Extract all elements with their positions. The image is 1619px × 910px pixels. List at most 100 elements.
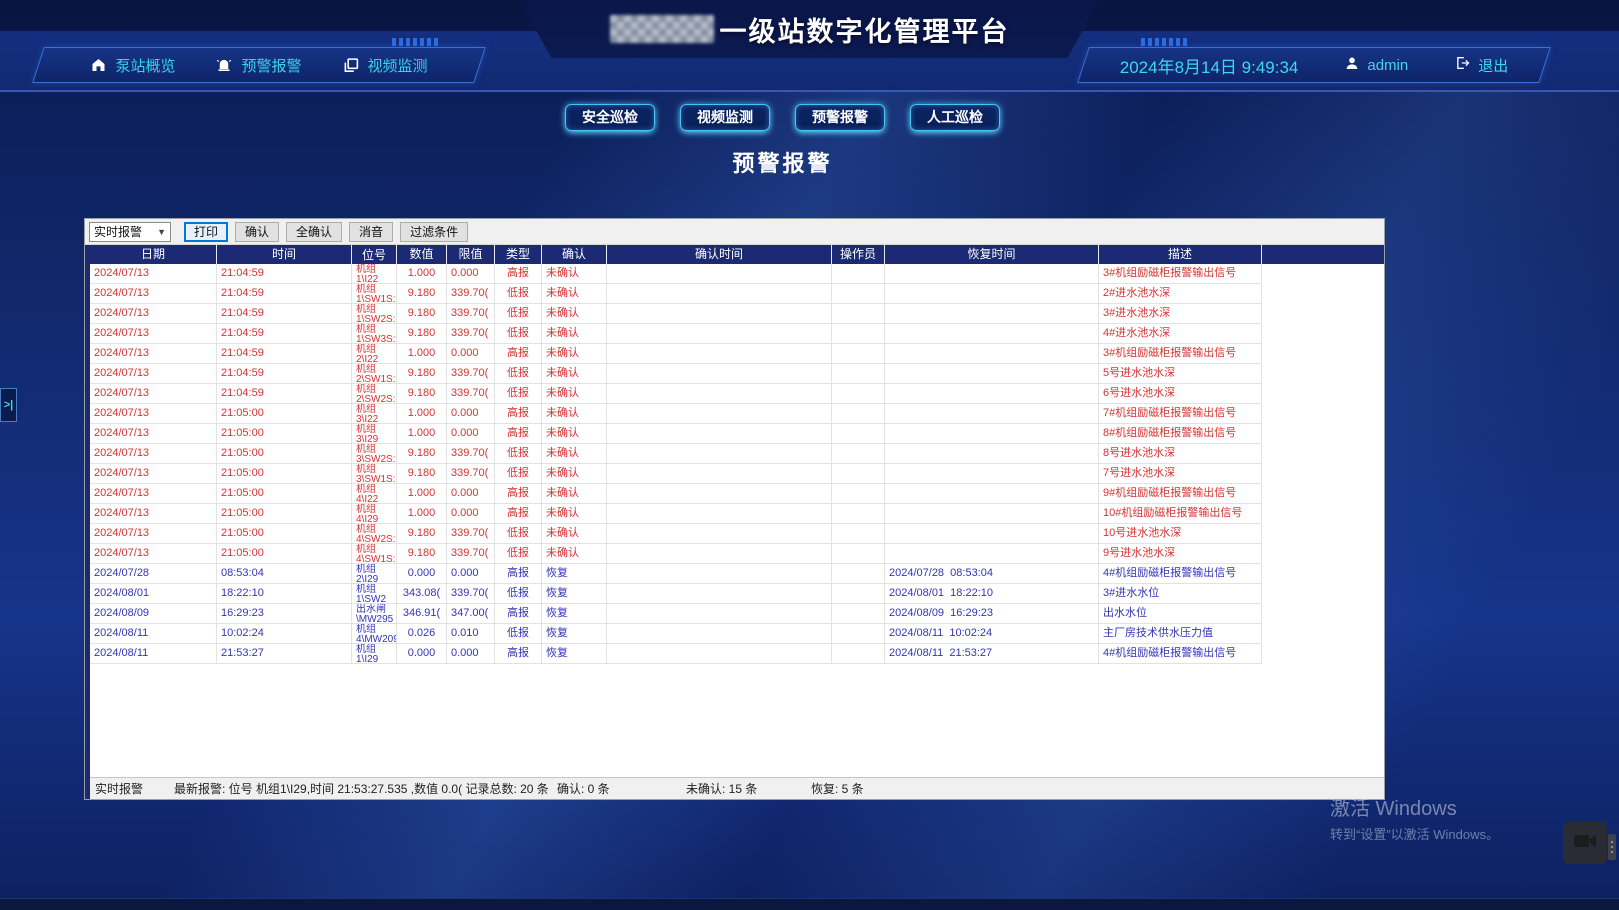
cell-desc: 2#进水池水深 [1099, 284, 1262, 304]
table-row[interactable]: 2024/08/1110:02:24机组 4\MW2090.0260.010低报… [90, 624, 1384, 644]
cell-time: 21:04:59 [217, 284, 352, 304]
ack-button[interactable]: 确认 [235, 222, 279, 242]
cell-ack: 未确认 [542, 484, 607, 504]
col-header-type[interactable]: 类型 [495, 245, 542, 264]
alarm-grid: 日期 时间 位号 数值 限值 类型 确认 确认时间 操作员 恢复时间 描述 20… [85, 245, 1384, 799]
cell-type: 高报 [495, 504, 542, 524]
cell-ack_time [607, 404, 832, 424]
col-header-limit[interactable]: 限值 [447, 245, 495, 264]
cell-operator [832, 484, 885, 504]
cell-value: 1.000 [397, 504, 447, 524]
table-row[interactable]: 2024/07/1321:05:00机组 4\I221.0000.000高报未确… [90, 484, 1384, 504]
cell-limit: 339.70( [447, 304, 495, 324]
cell-ack_time [607, 604, 832, 624]
center-zone: 安全巡检 视频监测 预警报警 人工巡检 预警报警 [0, 104, 1565, 178]
cell-date: 2024/07/13 [90, 384, 217, 404]
table-row[interactable]: 2024/07/1321:05:00机组 4\SW2S:9.180339.70(… [90, 524, 1384, 544]
quick-button-manual-patrol[interactable]: 人工巡检 [910, 104, 1000, 131]
cell-type: 低报 [495, 584, 542, 604]
cell-operator [832, 444, 885, 464]
app-title-block: 一级站数字化管理平台 [520, 0, 1100, 58]
floating-video-widget[interactable] [1563, 822, 1607, 864]
col-header-ack-time[interactable]: 确认时间 [607, 245, 832, 264]
cell-pos: 机组 1\SW2 [352, 584, 397, 604]
cell-limit: 339.70( [447, 524, 495, 544]
table-row[interactable]: 2024/07/1321:05:00机组 3\I291.0000.000高报未确… [90, 424, 1384, 444]
cell-operator [832, 324, 885, 344]
cell-pos: 机组 4\SW2S: [352, 524, 397, 544]
mute-button[interactable]: 消音 [349, 222, 393, 242]
table-row[interactable]: 2024/07/1321:05:00机组 3\I221.0000.000高报未确… [90, 404, 1384, 424]
cell-recover_time [885, 404, 1099, 424]
quick-button-video-monitor[interactable]: 视频监测 [680, 104, 770, 131]
table-row[interactable]: 2024/07/1321:05:00机组 4\SW1S:9.180339.70(… [90, 544, 1384, 564]
col-header-tag[interactable]: 位号 [352, 245, 397, 264]
cell-desc: 4#机组励磁柜报警输出信号 [1099, 644, 1262, 664]
col-header-time[interactable]: 时间 [217, 245, 352, 264]
table-row[interactable]: 2024/08/0916:29:23出水闸 \MW295346.91(347.0… [90, 604, 1384, 624]
nav-item-video[interactable]: 视频监测 [342, 55, 428, 76]
cell-desc: 4#机组励磁柜报警输出信号 [1099, 564, 1262, 584]
table-row[interactable]: 2024/07/1321:04:59机组 1\I221.0000.000高报未确… [90, 264, 1384, 284]
cell-type: 高报 [495, 564, 542, 584]
col-header-operator[interactable]: 操作员 [832, 245, 885, 264]
table-row[interactable]: 2024/07/1321:05:00机组 3\SW1S:9.180339.70(… [90, 464, 1384, 484]
col-header-ack[interactable]: 确认 [542, 245, 607, 264]
cell-limit: 0.000 [447, 484, 495, 504]
cell-limit: 339.70( [447, 384, 495, 404]
alarm-bell-icon [215, 57, 233, 74]
table-row[interactable]: 2024/07/1321:04:59机组 2\SW1S:9.180339.70(… [90, 364, 1384, 384]
cell-desc: 3#机组励磁柜报警输出信号 [1099, 344, 1262, 364]
nav-item-pump-overview[interactable]: 泵站概览 [90, 55, 175, 76]
cell-ack_time [607, 624, 832, 644]
cell-ack: 未确认 [542, 324, 607, 344]
cell-desc: 出水水位 [1099, 604, 1262, 624]
col-header-date[interactable]: 日期 [90, 245, 217, 264]
table-row[interactable]: 2024/07/1321:04:59机组 1\SW2S:9.180339.70(… [90, 304, 1384, 324]
col-header-desc[interactable]: 描述 [1099, 245, 1262, 264]
table-row[interactable]: 2024/07/1321:04:59机组 2\I221.0000.000高报未确… [90, 344, 1384, 364]
cell-time: 21:04:59 [217, 304, 352, 324]
app-title: 一级站数字化管理平台 [720, 10, 1010, 49]
cell-time: 21:05:00 [217, 504, 352, 524]
user-menu[interactable]: admin [1344, 55, 1408, 76]
cell-time: 21:05:00 [217, 484, 352, 504]
cell-type: 低报 [495, 284, 542, 304]
ack-all-button[interactable]: 全确认 [286, 222, 342, 242]
table-row[interactable]: 2024/07/1321:04:59机组 1\SW3S:9.180339.70(… [90, 324, 1384, 344]
cell-time: 21:05:00 [217, 464, 352, 484]
quick-button-alarm[interactable]: 预警报警 [795, 104, 885, 131]
table-row[interactable]: 2024/08/0118:22:10机组 1\SW2343.08(339.70(… [90, 584, 1384, 604]
table-row[interactable]: 2024/08/1121:53:27机组 1\I290.0000.000高报恢复… [90, 644, 1384, 664]
table-row[interactable]: 2024/07/2808:53:04机组 2\I290.0000.000高报恢复… [90, 564, 1384, 584]
status-ack-count: 确认: 0 条 [557, 780, 686, 797]
widget-drag-handle[interactable] [1608, 834, 1616, 860]
cell-recover_time [885, 364, 1099, 384]
cell-value: 9.180 [397, 524, 447, 544]
grid-header-row: 日期 时间 位号 数值 限值 类型 确认 确认时间 操作员 恢复时间 描述 [90, 245, 1384, 264]
cell-type: 低报 [495, 324, 542, 344]
deco-ticks-left [392, 38, 438, 46]
cell-value: 346.91( [397, 604, 447, 624]
sidebar-expand-tab[interactable]: >| [0, 388, 17, 422]
cell-pos: 机组 1\SW2S: [352, 304, 397, 324]
cell-type: 高报 [495, 404, 542, 424]
table-row[interactable]: 2024/07/1321:04:59机组 2\SW2S:9.180339.70(… [90, 384, 1384, 404]
cell-limit: 339.70( [447, 444, 495, 464]
table-row[interactable]: 2024/07/1321:05:00机组 3\SW2S:9.180339.70(… [90, 444, 1384, 464]
cell-recover_time: 2024/08/09 16:29:23 [885, 604, 1099, 624]
logout-button[interactable]: 退出 [1454, 55, 1508, 76]
print-button[interactable]: 打印 [184, 222, 228, 242]
cell-date: 2024/07/13 [90, 404, 217, 424]
col-header-recover-time[interactable]: 恢复时间 [885, 245, 1099, 264]
filter-button[interactable]: 过滤条件 [400, 222, 468, 242]
cell-ack: 恢复 [542, 564, 607, 584]
table-row[interactable]: 2024/07/1321:04:59机组 1\SW1S:9.180339.70(… [90, 284, 1384, 304]
quick-button-safety-patrol[interactable]: 安全巡检 [565, 104, 655, 131]
alarm-mode-select[interactable]: 实时报警 ▼ [89, 222, 171, 242]
cell-value: 1.000 [397, 404, 447, 424]
cell-ack_time [607, 584, 832, 604]
col-header-value[interactable]: 数值 [397, 245, 447, 264]
nav-item-alarm[interactable]: 预警报警 [215, 55, 301, 76]
table-row[interactable]: 2024/07/1321:05:00机组 4\I291.0000.000高报未确… [90, 504, 1384, 524]
